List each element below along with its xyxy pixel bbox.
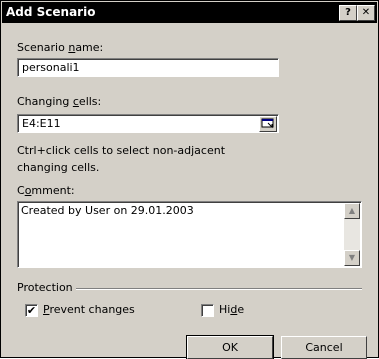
hint-line-1: Ctrl+click cells to select non-adjacent xyxy=(17,144,226,157)
protection-group-label: Protection xyxy=(17,281,73,294)
comment-textarea[interactable]: Created by User on 29.01.2003 ▲ ▼ xyxy=(17,201,362,268)
comment-scrollbar[interactable]: ▲ ▼ xyxy=(344,203,360,266)
prevent-changes-label[interactable]: Prevent changes xyxy=(43,303,135,316)
scroll-down-icon[interactable]: ▼ xyxy=(344,250,360,266)
protection-divider xyxy=(76,288,362,290)
scenario-name-input[interactable]: personali1 xyxy=(17,58,279,77)
comment-text: Created by User on 29.01.2003 xyxy=(21,204,194,217)
cancel-button[interactable]: Cancel xyxy=(281,336,367,359)
changing-cells-input[interactable]: E4:E11 xyxy=(17,114,279,133)
add-scenario-dialog: Add Scenario ? ✕ Scenario name: personal… xyxy=(0,0,379,359)
changing-cells-value: E4:E11 xyxy=(22,117,61,130)
scenario-name-label: Scenario name: xyxy=(17,41,104,54)
hide-label[interactable]: Hide xyxy=(219,303,244,316)
title-bar: Add Scenario ? ✕ xyxy=(2,2,377,23)
close-button[interactable]: ✕ xyxy=(357,5,375,21)
ok-button[interactable]: OK xyxy=(187,336,273,359)
changing-cells-label: Changing cells: xyxy=(17,95,102,108)
comment-label: Comment: xyxy=(17,184,75,197)
dialog-title: Add Scenario xyxy=(6,5,96,19)
help-button[interactable]: ? xyxy=(339,5,357,21)
scroll-up-icon[interactable]: ▲ xyxy=(344,203,360,219)
prevent-changes-checkbox[interactable]: ✔ xyxy=(25,304,38,317)
hide-checkbox[interactable] xyxy=(201,304,214,317)
hint-line-2: changing cells. xyxy=(17,161,100,174)
collapse-dialog-icon xyxy=(261,118,274,129)
collapse-dialog-button[interactable] xyxy=(259,116,277,132)
